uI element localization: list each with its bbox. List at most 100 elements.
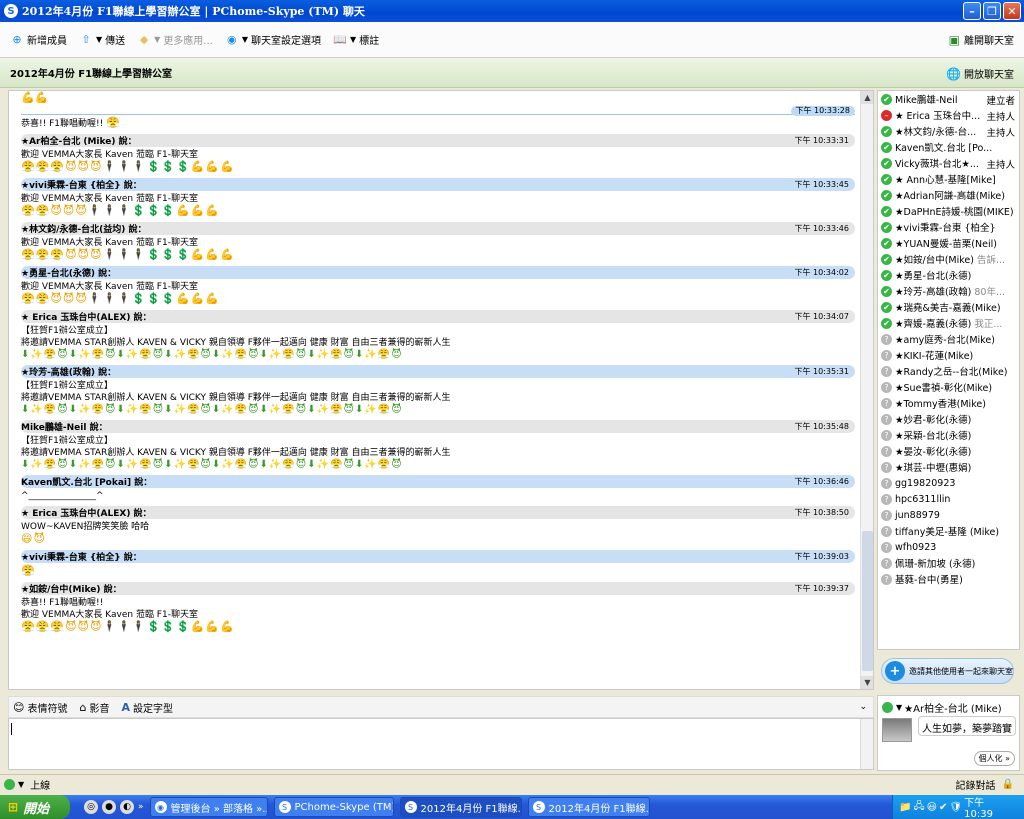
message-sender[interactable]: Mike鵬雄-Neil 說： xyxy=(21,420,108,433)
participant-item[interactable]: ✔ Mike鵬雄-Neil 建立者 xyxy=(878,91,1019,107)
message-sender[interactable]: ★Ar柏全-台北 (Mike) 說： xyxy=(21,134,137,147)
scroll-up-icon[interactable]: ▲ xyxy=(861,91,873,104)
status-bar: ▼ 上線 記錄對話 🔒 xyxy=(0,774,1024,794)
message-sender[interactable]: ★ Erica 玉珠台中(ALEX) 說： xyxy=(21,310,152,323)
clock: 下午 10:39 xyxy=(964,798,993,819)
start-button[interactable]: ⊞ 開始 xyxy=(0,795,70,819)
participant-item[interactable]: ✔ ★瑞堯&美吉-嘉義(Mike) xyxy=(878,299,1019,315)
scroll-thumb[interactable] xyxy=(862,531,873,671)
close-button[interactable]: ✕ xyxy=(1003,2,1021,20)
smiley-icon: 😊 xyxy=(13,700,25,714)
skype-icon: S xyxy=(4,4,18,18)
message-sender[interactable]: Kaven凱文.台北 [Pokai] 說： xyxy=(21,475,152,488)
message-sender[interactable]: ★如銨/台中(Mike) 說： xyxy=(21,582,122,595)
participant-item[interactable]: ? 基蕤-台中(勇星) xyxy=(878,571,1019,587)
chat-message: Mike鵬雄-Neil 說： 下午 10:35:48 【狂賀F1辦公室成立】 將邀請… xyxy=(21,420,855,473)
participant-item[interactable]: ✔ ★Adrian阿謙-高雄(Mike) xyxy=(878,187,1019,203)
chat-scrollbar[interactable]: ▲ ▼ xyxy=(860,91,873,689)
offline-status-icon: ? xyxy=(881,445,892,457)
offline-status-icon: ? xyxy=(881,413,892,425)
taskbar-button[interactable]: S 2012年4月份 F1聯線... xyxy=(527,797,650,817)
online-status-icon: ✔ xyxy=(881,285,892,297)
participant-item[interactable]: ? ★Sue書禎-彰化(Mike) xyxy=(878,379,1019,395)
taskbar-button[interactable]: S 2012年4月份 F1聯線... xyxy=(399,797,522,817)
participant-item[interactable]: ? ★amy庭秀-台北(Mike) xyxy=(878,331,1019,347)
participant-item[interactable]: ✔ Vicky薇琪-台北★... 主持人 xyxy=(878,155,1019,171)
history-button[interactable]: 記錄對話 xyxy=(956,777,996,792)
invite-users-button[interactable]: + 邀請其他使用者一起來聊天室 xyxy=(881,658,1014,684)
media-icon[interactable]: ◐ xyxy=(120,800,134,814)
participant-item[interactable]: ? 佩珊-新加坡 (永德) xyxy=(878,555,1019,571)
status-label[interactable]: 上線 xyxy=(30,777,50,792)
message-input[interactable] xyxy=(8,718,874,770)
participant-item[interactable]: ✔ Kaven凱文.台北 [Po... xyxy=(878,139,1019,155)
message-sender[interactable]: ★勇星-台北(永德) 說： xyxy=(21,266,116,279)
chat-history[interactable]: 💪💪 下午 10:33:28 恭喜!! F1聯唱動喔!! 😤 ★Ar柏全-台北 … xyxy=(8,90,874,690)
app-icon: S xyxy=(532,801,545,813)
participant-list[interactable]: ✔ Mike鵬雄-Neil 建立者 – ★ Erica 玉珠台中... 主持人 ✔ ★林… xyxy=(877,90,1020,650)
message-line: 【狂賀F1辦公室成立】 xyxy=(21,326,113,336)
mood-message[interactable]: 人生如夢，築夢踏實 xyxy=(918,716,1016,736)
participant-item[interactable]: ✔ ★ Ann心慧-基隆[Mike] xyxy=(878,171,1019,187)
more-apps-button[interactable]: ◆ ▼ 更多應用... xyxy=(137,32,213,47)
participant-item[interactable]: ✔ ★勇星-台北(永德) xyxy=(878,267,1019,283)
participant-item[interactable]: ✔ ★齊媛-嘉義(永德) 我正... xyxy=(878,315,1019,331)
open-room-button[interactable]: 🌐 開放聊天室 xyxy=(946,66,1014,82)
message-header: Kaven凱文.台北 [Pokai] 說： 下午 10:36:46 xyxy=(21,475,855,488)
emoticons-button[interactable]: 😊 表情符號 xyxy=(13,700,67,715)
security-icon[interactable]: 🛡 xyxy=(949,802,962,813)
participant-item[interactable]: ✔ ★林文鈞/永德-台... 主持人 xyxy=(878,123,1019,139)
participant-item[interactable]: ✔ ★vivi秉霖-台東 {柏全} xyxy=(878,219,1019,235)
participant-mood: 告訴... xyxy=(976,255,1006,266)
font-button[interactable]: A 設定字型 xyxy=(121,700,173,715)
online-status-icon[interactable] xyxy=(4,779,15,790)
profile-name[interactable]: ▼ ★Ar柏全-台北 (Mike) xyxy=(882,700,1002,715)
participant-item[interactable]: ✔ ★DaPHnE詩媛-桃園(MIKE) xyxy=(878,203,1019,219)
participant-item[interactable]: ✔ ★玲芳-高雄(政翰) 80年... xyxy=(878,283,1019,299)
skype-tray-icon[interactable]: ✔ xyxy=(939,802,947,813)
input-scrollbar[interactable] xyxy=(860,719,873,769)
folder-icon[interactable]: 📁 xyxy=(899,802,911,813)
scroll-down-icon[interactable]: ▼ xyxy=(861,676,873,689)
send-button[interactable]: ⇧ ▼ 傳送 xyxy=(79,32,125,47)
participant-item[interactable]: ? ★Randy之岳--台北(Mike) xyxy=(878,363,1019,379)
personalize-button[interactable]: 個人化 » xyxy=(973,751,1015,766)
participant-item[interactable]: ? ★采穎-台北(永德) xyxy=(878,427,1019,443)
smiley-icon[interactable]: 😃 xyxy=(927,802,937,813)
avatar[interactable] xyxy=(882,718,912,742)
participant-item[interactable]: ? tiffany美足-基隆 (Mike) xyxy=(878,523,1019,539)
participant-item[interactable]: ✔ ★YUAN曼媛-苗栗(Neil) xyxy=(878,235,1019,251)
participant-item[interactable]: ? ★晏汝-彰化(永德) xyxy=(878,443,1019,459)
participant-item[interactable]: ? hpc6311llin xyxy=(878,491,1019,507)
taskbar-button[interactable]: ◉ 管理後台 » 部落格 »... xyxy=(149,797,268,817)
minimize-button[interactable]: – xyxy=(963,2,981,20)
participant-item[interactable]: ? gg19820923 xyxy=(878,475,1019,491)
participant-item[interactable]: ? jun88979 xyxy=(878,507,1019,523)
bookmark-button[interactable]: 📖 ▼ 標註 xyxy=(333,32,379,47)
message-sender[interactable]: ★vivi秉霖-台東 {柏全} 說： xyxy=(21,550,142,563)
participant-item[interactable]: ? ★Tommy香港(Mike) xyxy=(878,395,1019,411)
participant-item[interactable]: ? wfh0923 xyxy=(878,539,1019,555)
room-settings-button[interactable]: ◉ ▼ 聊天室設定選項 xyxy=(225,32,321,47)
participant-name: ★勇星-台北(永德) xyxy=(895,271,972,282)
app-icon[interactable]: ◎ xyxy=(84,800,98,814)
collapse-icon[interactable]: ⌄ xyxy=(859,702,867,712)
maximize-button[interactable]: ❐ xyxy=(983,2,1001,20)
browser-icon[interactable]: ● xyxy=(102,800,116,814)
message-sender[interactable]: ★林文鈞/永德-台北(益均) 說： xyxy=(21,222,146,235)
offline-status-icon: ? xyxy=(881,477,892,489)
message-sender[interactable]: ★ Erica 玉珠台中(ALEX) 說： xyxy=(21,506,152,519)
participant-name: ★采穎-台北(永德) xyxy=(895,431,972,442)
participant-item[interactable]: ? ★KIKI-花蓮(Mike) xyxy=(878,347,1019,363)
participant-item[interactable]: ? ★妙君-彰化(永德) xyxy=(878,411,1019,427)
add-member-button[interactable]: ⊕ 新增成員 xyxy=(10,32,67,47)
message-sender[interactable]: ★vivi秉霖-台東 {柏全} 說： xyxy=(21,178,142,191)
participant-item[interactable]: ✔ ★如銨/台中(Mike) 告訴... xyxy=(878,251,1019,267)
participant-item[interactable]: ? ★琪芸-中壢(惠娟) xyxy=(878,459,1019,475)
video-button[interactable]: ⌂ 影音 xyxy=(79,700,109,715)
leave-room-button[interactable]: ▣ 離開聊天室 xyxy=(949,32,1014,48)
network-icon[interactable]: 🖧 xyxy=(913,799,924,816)
taskbar-button[interactable]: S PChome-Skype (TM) ... xyxy=(273,797,394,817)
message-sender[interactable]: ★玲芳-高雄(政翰) 說： xyxy=(21,365,116,378)
participant-item[interactable]: – ★ Erica 玉珠台中... 主持人 xyxy=(878,107,1019,123)
